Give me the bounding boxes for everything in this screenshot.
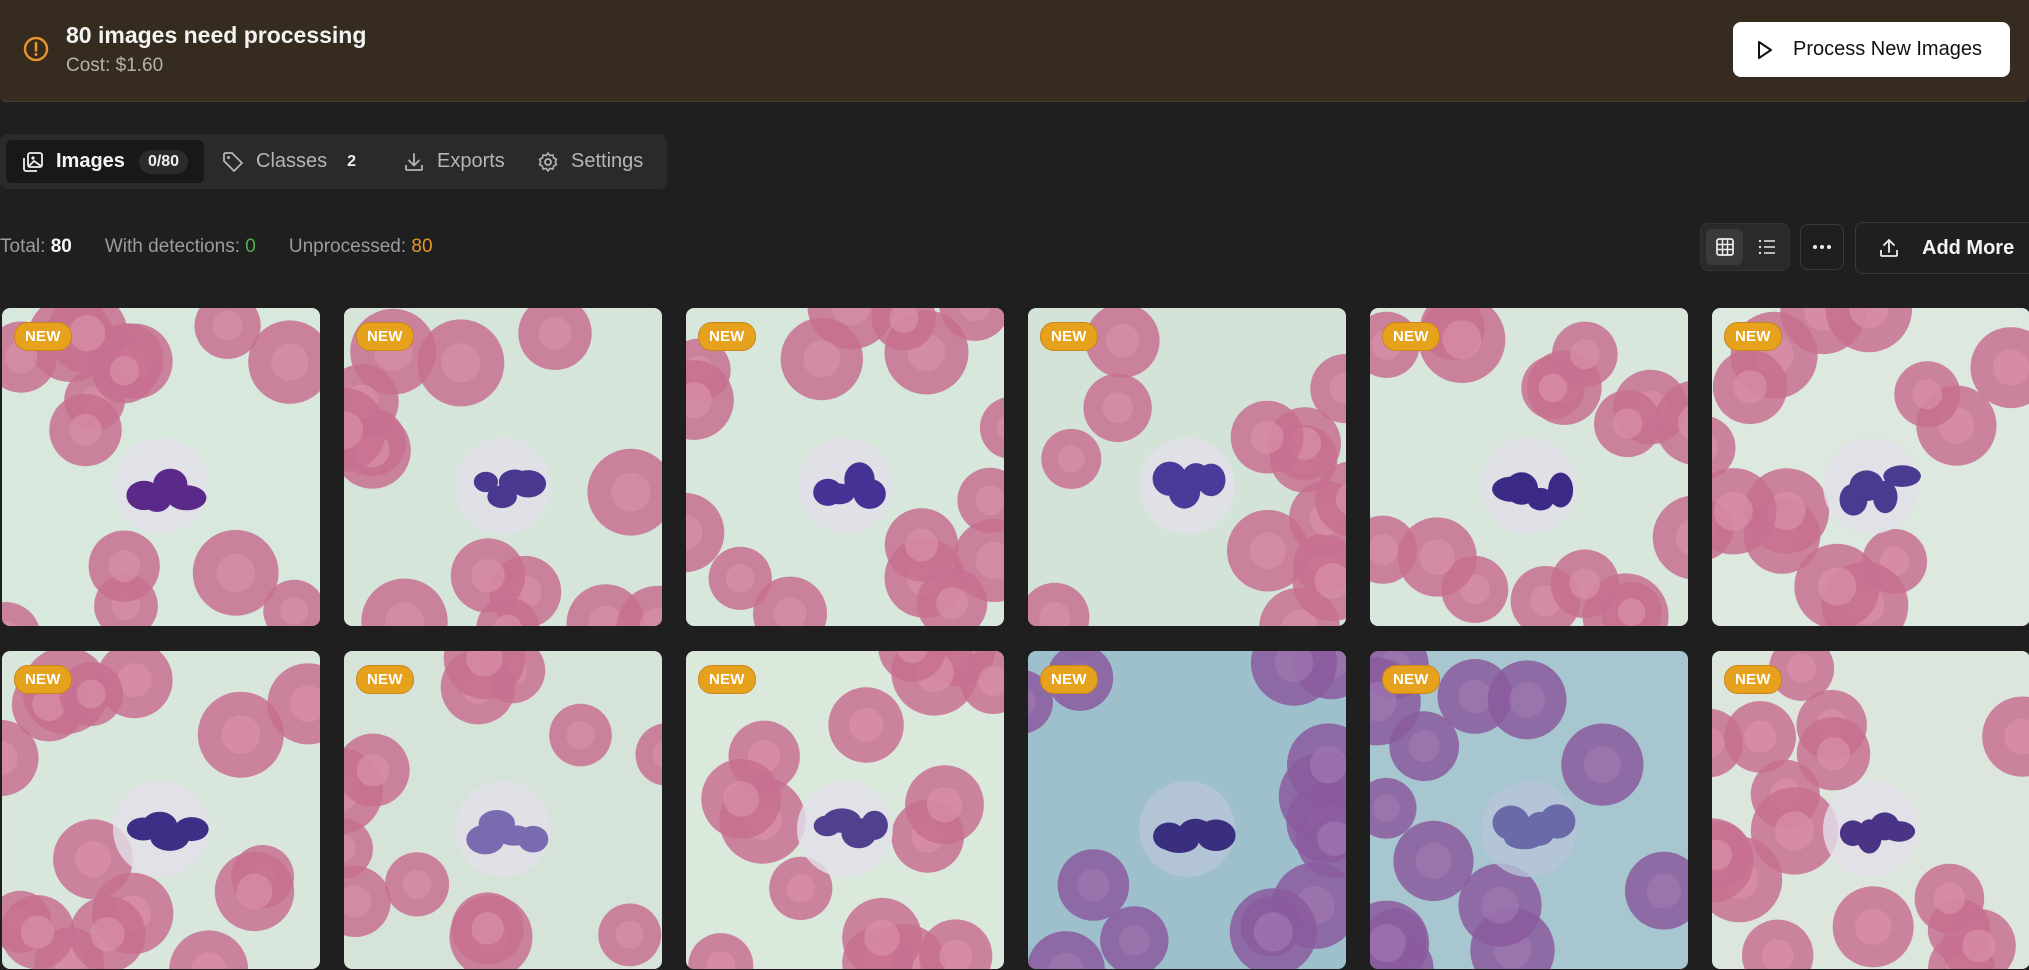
view-mode-toggle (1700, 223, 1790, 271)
gear-icon (538, 151, 558, 172)
grid-icon (1715, 238, 1734, 256)
banner-cost: Cost: $1.60 (66, 55, 164, 76)
list-icon (1758, 239, 1775, 255)
cell-image (1370, 308, 1688, 626)
tab-settings-label: Settings (571, 150, 644, 172)
image-thumbnail[interactable]: NEW (344, 308, 662, 626)
image-thumbnail[interactable]: NEW (1370, 651, 1688, 969)
new-badge: NEW (698, 665, 756, 694)
more-options-button[interactable] (1800, 224, 1844, 270)
cell-image (686, 651, 1004, 969)
tab-images[interactable]: Images 0/80 (6, 140, 205, 183)
new-badge: NEW (14, 322, 72, 351)
tab-classes[interactable]: Classes 2 (222, 140, 362, 183)
image-thumbnail[interactable]: NEW (686, 651, 1004, 969)
upload-icon (1880, 239, 1898, 257)
image-thumbnail[interactable]: NEW (1370, 308, 1688, 626)
new-badge: NEW (1382, 665, 1440, 694)
tab-settings[interactable]: Settings (537, 140, 643, 183)
stat-total-label: Total: (0, 236, 46, 257)
tab-classes-count: 2 (347, 152, 357, 170)
image-thumbnail[interactable]: NEW (1028, 308, 1346, 626)
image-thumbnail[interactable]: NEW (344, 651, 662, 969)
image-thumbnail[interactable]: NEW (2, 651, 320, 969)
download-icon (405, 152, 423, 171)
image-thumbnail[interactable]: NEW (686, 308, 1004, 626)
tag-icon (223, 151, 243, 172)
new-badge: NEW (1724, 665, 1782, 694)
new-badge: NEW (14, 665, 72, 694)
new-badge: NEW (1724, 322, 1782, 351)
process-new-images-button[interactable]: Process New Images (1733, 22, 2010, 77)
stat-detections-value: 0 (245, 236, 256, 257)
new-badge: NEW (698, 322, 756, 351)
stat-detections-label: With detections: (104, 236, 241, 257)
cell-image (2, 308, 320, 626)
cell-image (344, 651, 662, 969)
process-button-label: Process New Images (1793, 38, 1982, 60)
processing-banner: 80 images need processing Cost: $1.60 Pr… (0, 0, 2029, 102)
add-more-button[interactable]: Add More (1855, 222, 2029, 274)
stat-detections: With detections: 0 (105, 236, 256, 258)
new-badge: NEW (1382, 322, 1440, 351)
grid-view-button[interactable] (1706, 229, 1743, 265)
cell-image (1712, 651, 2029, 969)
stat-total: Total: 80 (0, 236, 72, 258)
stat-unprocessed-value: 80 (411, 236, 433, 257)
tab-exports-label: Exports (437, 150, 505, 172)
new-badge: NEW (1040, 665, 1098, 694)
tab-images-label: Images (56, 150, 125, 172)
image-thumbnail[interactable]: NEW (1712, 308, 2029, 626)
cell-image (686, 308, 1004, 626)
more-horizontal-icon (1813, 245, 1831, 249)
list-view-button[interactable] (1748, 229, 1785, 265)
banner-title: 80 images need processing (66, 22, 367, 48)
new-badge: NEW (356, 665, 414, 694)
stat-unprocessed: Unprocessed: 80 (289, 236, 433, 258)
tab-bar: Images 0/80 Classes 2 Exports Settings (0, 134, 667, 189)
cell-image (1712, 308, 2029, 626)
cell-image (1028, 651, 1346, 969)
tab-exports[interactable]: Exports (403, 140, 505, 183)
new-badge: NEW (356, 322, 414, 351)
alert-circle-icon (23, 36, 49, 62)
cell-image (2, 651, 320, 969)
stat-total-value: 80 (50, 236, 72, 257)
image-thumbnail[interactable]: NEW (1712, 651, 2029, 969)
cell-image (344, 308, 662, 626)
stat-unprocessed-label: Unprocessed: (288, 236, 407, 257)
cell-image (1028, 308, 1346, 626)
add-more-label: Add More (1922, 236, 2015, 259)
new-badge: NEW (1040, 322, 1098, 351)
cell-image (1370, 651, 1688, 969)
image-thumbnail[interactable]: NEW (1028, 651, 1346, 969)
tab-classes-label: Classes (256, 150, 328, 172)
tab-images-count: 0/80 (138, 149, 189, 174)
image-stats: Total: 80 With detections: 0 Unprocessed… (0, 236, 466, 258)
images-icon (23, 151, 43, 172)
image-thumbnail[interactable]: NEW (2, 308, 320, 626)
play-icon (1758, 40, 1772, 59)
